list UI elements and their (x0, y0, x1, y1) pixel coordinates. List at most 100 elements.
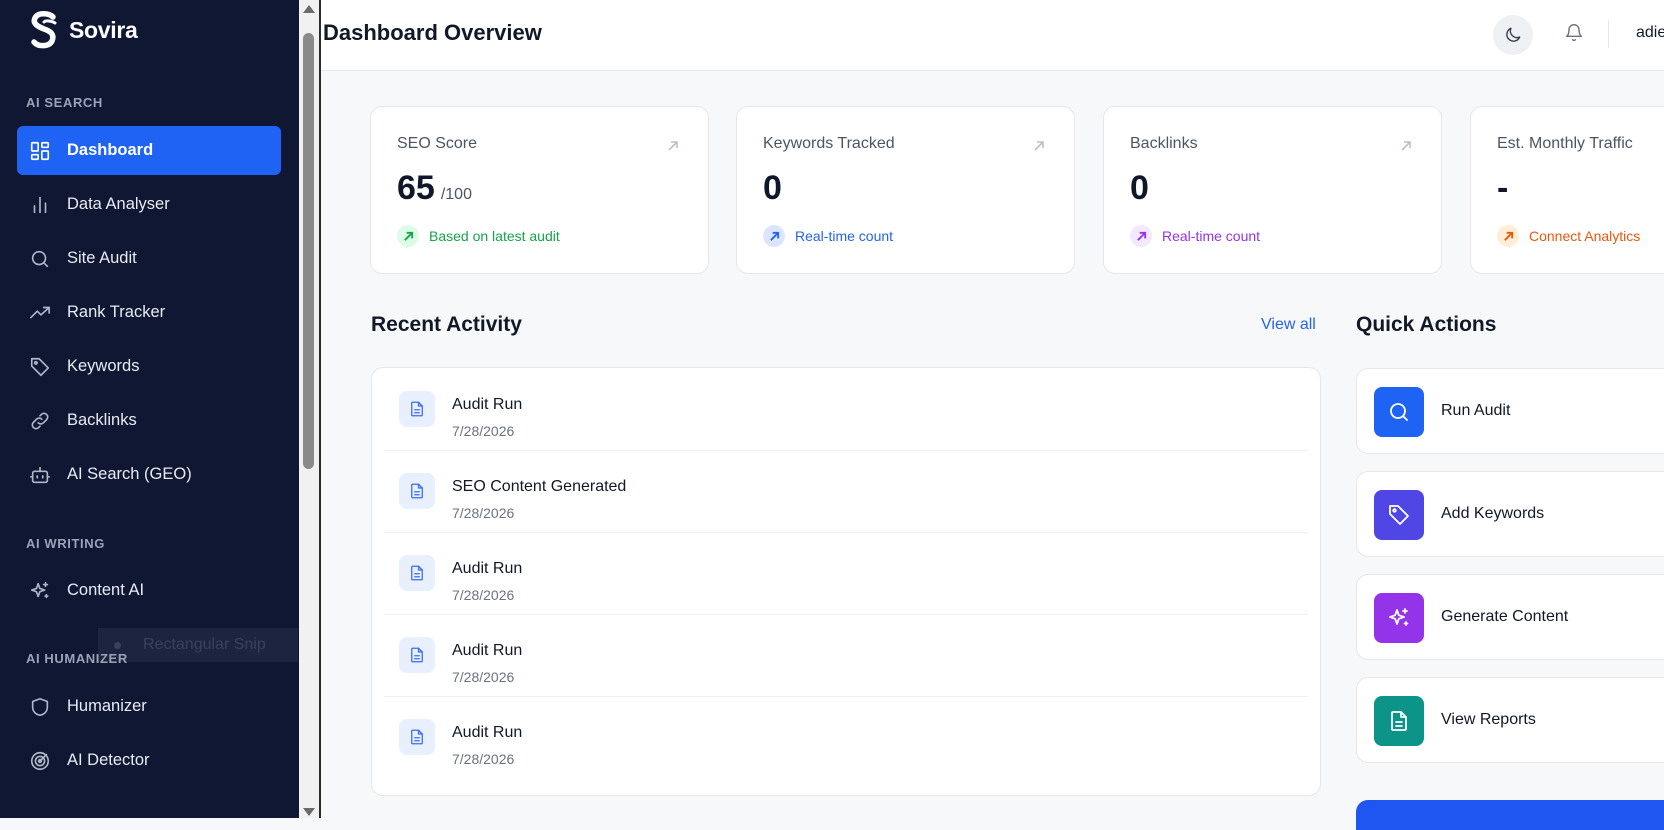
stat-footer: Connect Analytics (1497, 225, 1640, 247)
quick-action-label: Add Keywords (1441, 505, 1545, 522)
arrow-up-right-icon (763, 225, 785, 247)
sidebar-scrollbar[interactable] (299, 0, 319, 818)
sidebar-item-site-audit[interactable]: Site Audit (17, 234, 281, 283)
sidebar-item-data-analyser[interactable]: Data Analyser (17, 180, 281, 229)
sidebar-item-humanizer[interactable]: Humanizer (17, 682, 281, 731)
tag-icon (1374, 490, 1424, 540)
page-title: Dashboard Overview (323, 20, 542, 45)
rectangular-snip-label: Rectangular Snip (143, 636, 266, 653)
top-header: Dashboard Overview adie (321, 0, 1664, 71)
link-icon (28, 409, 52, 433)
sidebar-item-ai-search-geo[interactable]: AI Search (GEO) (17, 450, 281, 499)
generate-content-button[interactable]: Generate Content (1356, 574, 1664, 660)
trending-up-icon (28, 301, 52, 325)
section-label-ai-humanizer: AI HUMANIZER (26, 651, 128, 666)
moon-icon (1506, 27, 1521, 42)
arrow-up-right-icon (1399, 139, 1413, 153)
rectangular-snip-overlay: Rectangular Snip (98, 628, 298, 662)
sidebar-item-label: Content AI (67, 581, 145, 599)
sidebar-item-ai-detector[interactable]: AI Detector (17, 736, 281, 785)
list-item[interactable]: Audit Run 7/28/2026 (384, 696, 1308, 778)
quick-action-label: Generate Content (1441, 608, 1569, 625)
quick-actions-title: Quick Actions (1356, 313, 1497, 336)
activity-title: SEO Content Generated (452, 478, 627, 495)
sparkles-icon (1374, 593, 1424, 643)
sidebar: Sovira AI SEARCH Dashboard Data Analyser… (0, 0, 299, 818)
arrow-up-right-icon (397, 225, 419, 247)
sidebar-item-label: Keywords (67, 357, 140, 375)
list-item[interactable]: Audit Run 7/28/2026 (384, 368, 1308, 451)
brand-name: Sovira (69, 16, 138, 43)
search-icon (28, 247, 52, 271)
stat-value: - (1497, 169, 1509, 207)
user-name[interactable]: adie (1636, 24, 1664, 42)
arrow-up-right-icon (1032, 139, 1046, 153)
list-item[interactable]: Audit Run 7/28/2026 (384, 532, 1308, 615)
stat-footer: Real-time count (763, 225, 893, 247)
sidebar-item-content-ai[interactable]: Content AI (17, 566, 281, 615)
sidebar-item-backlinks[interactable]: Backlinks (17, 396, 281, 445)
stat-footer-text: Based on latest audit (429, 228, 560, 244)
sidebar-item-rank-tracker[interactable]: Rank Tracker (17, 288, 281, 337)
scroll-up-arrow-icon[interactable] (303, 5, 315, 13)
add-keywords-button[interactable]: Add Keywords (1356, 471, 1664, 557)
search-icon (1374, 387, 1424, 437)
activity-date: 7/28/2026 (452, 423, 515, 439)
activity-title: Audit Run (452, 560, 523, 577)
scroll-down-arrow-icon[interactable] (303, 808, 315, 816)
activity-date: 7/28/2026 (452, 751, 515, 767)
stat-card-keywords-tracked[interactable]: Keywords Tracked 0 Real-time count (736, 106, 1075, 274)
stat-footer-text: Real-time count (1162, 228, 1261, 244)
vertical-divider (319, 0, 321, 818)
bot-icon (28, 463, 52, 487)
theme-toggle-button[interactable] (1493, 15, 1533, 55)
stat-suffix: /100 (440, 186, 472, 203)
file-text-icon (399, 555, 435, 591)
stat-value: 0 (763, 169, 782, 207)
scrollbar-thumb[interactable] (303, 33, 314, 469)
view-reports-button[interactable]: View Reports (1356, 677, 1664, 763)
stat-value: 0 (1130, 169, 1149, 207)
view-all-link[interactable]: View all (1261, 316, 1316, 334)
arrow-up-right-icon (1497, 225, 1519, 247)
sidebar-item-label: AI Detector (67, 751, 150, 769)
stat-card-monthly-traffic[interactable]: Est. Monthly Traffic - Connect Analytics (1470, 106, 1664, 274)
stat-label: Keywords Tracked (763, 135, 895, 152)
notifications-button[interactable] (1561, 20, 1587, 46)
file-text-icon (1374, 696, 1424, 746)
quick-action-label: Run Audit (1441, 402, 1511, 419)
run-audit-button[interactable]: Run Audit (1356, 368, 1664, 454)
arrow-up-right-icon (666, 139, 680, 153)
recent-activity-title: Recent Activity (371, 313, 522, 336)
sidebar-item-keywords[interactable]: Keywords (17, 342, 281, 391)
stat-card-seo-score[interactable]: SEO Score 65/100 Based on latest audit (370, 106, 709, 274)
activity-title: Audit Run (452, 724, 523, 741)
grid-icon (28, 139, 52, 163)
stat-footer: Based on latest audit (397, 225, 560, 247)
quick-action-primary-button[interactable] (1356, 800, 1664, 830)
sidebar-item-dashboard[interactable]: Dashboard (17, 126, 281, 175)
list-item[interactable]: Audit Run 7/28/2026 (384, 614, 1308, 697)
stat-card-backlinks[interactable]: Backlinks 0 Real-time count (1103, 106, 1442, 274)
file-text-icon (399, 473, 435, 509)
sidebar-item-label: Humanizer (67, 697, 147, 715)
stat-label: Est. Monthly Traffic (1497, 135, 1633, 152)
tag-icon (28, 355, 52, 379)
stat-footer-text: Real-time count (795, 228, 894, 244)
activity-title: Audit Run (452, 396, 523, 413)
sidebar-item-label: Backlinks (67, 411, 137, 429)
section-label-ai-search: AI SEARCH (26, 95, 103, 110)
list-item[interactable]: SEO Content Generated 7/28/2026 (384, 450, 1308, 533)
file-text-icon (399, 719, 435, 755)
header-divider (1608, 20, 1609, 48)
sidebar-item-label: Data Analyser (67, 195, 170, 213)
activity-date: 7/28/2026 (452, 669, 515, 685)
file-text-icon (399, 637, 435, 673)
quick-action-label: View Reports (1441, 711, 1536, 728)
recent-activity-list: Audit Run 7/28/2026 SEO Content Generate… (371, 367, 1321, 796)
brand[interactable]: Sovira (26, 10, 138, 50)
bar-chart-icon (28, 193, 52, 217)
stat-footer-text[interactable]: Connect Analytics (1529, 228, 1640, 244)
sidebar-item-label: AI Search (GEO) (67, 465, 192, 483)
bullet-icon (114, 641, 121, 649)
